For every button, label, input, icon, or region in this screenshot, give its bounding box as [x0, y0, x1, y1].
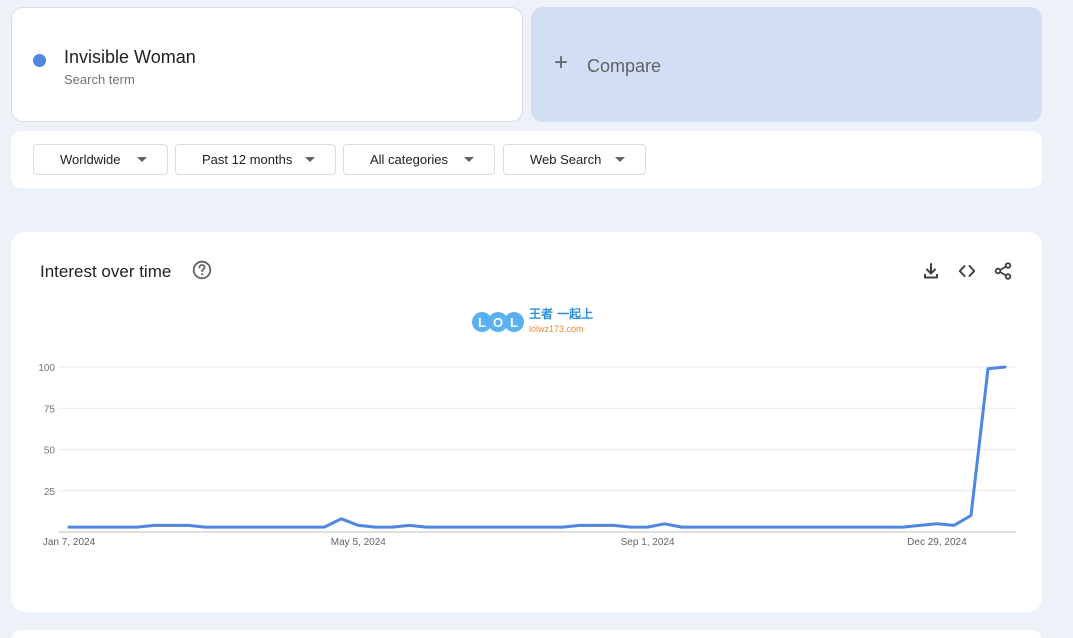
- filter-time-dropdown[interactable]: Past 12 months: [175, 144, 336, 175]
- filter-category-label: All categories: [370, 152, 449, 167]
- filter-region-dropdown[interactable]: Worldwide: [33, 144, 168, 175]
- search-term-name[interactable]: Invisible Woman: [64, 47, 196, 68]
- filter-search-type-dropdown[interactable]: Web Search: [503, 144, 646, 175]
- interest-over-time-card: Interest over time L O L 王者 一起上 lolwz173…: [11, 232, 1042, 612]
- filter-region-label: Worldwide: [60, 152, 121, 167]
- y-tick-label: 50: [44, 446, 56, 457]
- plus-icon: +: [554, 49, 569, 76]
- filter-bar: Worldwide Past 12 months All categories …: [11, 131, 1042, 188]
- interest-chart: 25 50 75 100 Jan 7, 2024 May 5, 2024 Sep 1, 2…: [38, 363, 1016, 548]
- x-tick-label: Dec 29, 2024: [907, 537, 967, 548]
- caret-down-icon: [305, 157, 315, 162]
- x-tick-label: Sep 1, 2024: [621, 537, 675, 548]
- compare-label: Compare: [587, 56, 662, 76]
- x-tick-label: May 5, 2024: [331, 537, 386, 548]
- caret-down-icon: [464, 157, 474, 162]
- compare-button[interactable]: + Compare: [531, 7, 1042, 122]
- next-card: [11, 630, 1042, 638]
- caret-down-icon: [615, 157, 625, 162]
- y-tick-label: 25: [44, 487, 56, 498]
- filter-category-dropdown[interactable]: All categories: [343, 144, 495, 175]
- series-line-invisible-woman: [67, 365, 1007, 529]
- filter-search-type-label: Web Search: [530, 152, 602, 167]
- search-term-card[interactable]: Invisible Woman Search term: [11, 7, 523, 122]
- series-color-dot: [33, 54, 46, 67]
- search-term-subtitle: Search term: [64, 72, 135, 87]
- caret-down-icon: [137, 157, 147, 162]
- x-tick-label: Jan 7, 2024: [43, 537, 96, 548]
- filter-time-label: Past 12 months: [202, 152, 293, 167]
- y-tick-label: 75: [44, 404, 56, 415]
- y-tick-label: 100: [38, 363, 55, 374]
